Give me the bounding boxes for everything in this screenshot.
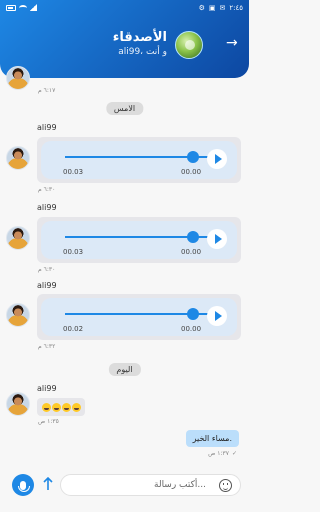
status-left [6,4,37,11]
settings-icon: ⚙ [198,4,205,12]
audio-current-time: 00.02 [63,325,84,333]
audio-seek-thumb[interactable] [187,231,199,243]
group-title[interactable]: الأصدقاء [113,30,167,45]
laughing-emoji-icon [61,402,71,412]
message-time: ٦:١٧ م [38,87,56,94]
avatar[interactable] [6,146,30,170]
sender-name: ali99 [37,203,57,212]
voice-player: 00.02 00.00 [41,298,237,336]
message-time: ١:٣٥ ص [38,418,59,425]
date-separator-yesterday: الامس [105,102,144,115]
message-input[interactable]: أكتب رسالة... [60,474,241,496]
laughing-emoji-icon [51,402,61,412]
voice-player: 00.03 00.00 [41,141,237,179]
arrow-right-icon[interactable]: → [226,36,238,50]
avatar[interactable] [6,392,30,416]
audio-seek-thumb[interactable] [187,151,199,163]
audio-current-time: 00.03 [63,168,84,176]
play-button[interactable] [207,306,227,326]
message-list[interactable]: ٦:١٧ م الامس ali99 00.03 00.00 ٦:٣٠ م al… [0,66,249,470]
mail-icon: ✉ [219,4,226,12]
voice-message: 00.02 00.00 [37,294,241,340]
voice-message: 00.03 00.00 [37,217,241,263]
message-time: ٦:٣٠ م [38,266,56,273]
outgoing-meta: ١:٣٧ ص ✓ [208,450,237,457]
message-placeholder: أكتب رسالة... [154,480,206,490]
chat-header: ⚙ ▣ ✉ ٢:٤٥ → الأصدقاء ali99، و أنت [0,0,249,78]
check-icon: ✓ [231,450,237,457]
audio-duration: 00.00 [181,325,202,333]
play-icon [214,311,222,321]
laughing-emoji-icon [71,402,81,412]
play-icon [214,154,222,164]
wifi-icon [19,4,27,11]
group-members: ali99، و أنت [118,47,167,57]
system-nav-bar [0,502,249,512]
status-bar: ⚙ ▣ ✉ ٢:٤٥ [0,2,249,16]
audio-seek-thumb[interactable] [187,308,199,320]
message-time: ١:٣٧ ص [208,450,229,457]
sender-name: ali99 [37,281,57,290]
emoji-message [37,398,85,416]
group-avatar[interactable] [175,31,203,59]
voice-message: 00.03 00.00 [37,137,241,183]
audio-duration: 00.00 [181,168,202,176]
battery-icon [6,4,16,11]
date-separator-today: اليوم [108,363,141,376]
avatar[interactable] [6,226,30,250]
play-icon [214,234,222,244]
voice-player: 00.03 00.00 [41,221,237,259]
outgoing-message: مساء الخير. [185,430,239,447]
sender-name: ali99 [37,384,57,393]
image-icon: ▣ [208,4,216,12]
status-right: ⚙ ▣ ✉ ٢:٤٥ [199,4,243,12]
sender-name: ali99 [37,123,57,132]
signal-icon [30,4,37,11]
laughing-emoji-icon [41,402,51,412]
message-time: ٦:٣٢ م [38,343,56,350]
message-time: ٦:٣٠ م [38,186,56,193]
play-button[interactable] [207,149,227,169]
play-button[interactable] [207,229,227,249]
audio-duration: 00.00 [181,248,202,256]
avatar[interactable] [6,66,30,90]
avatar[interactable] [6,303,30,327]
mic-icon [18,480,30,492]
status-time: ٢:٤٥ [229,4,243,12]
mic-button[interactable] [12,474,34,496]
send-icon[interactable] [42,477,54,491]
audio-current-time: 00.03 [63,248,84,256]
smile-icon[interactable] [219,479,232,492]
composer-bar: أكتب رسالة... [0,470,249,502]
